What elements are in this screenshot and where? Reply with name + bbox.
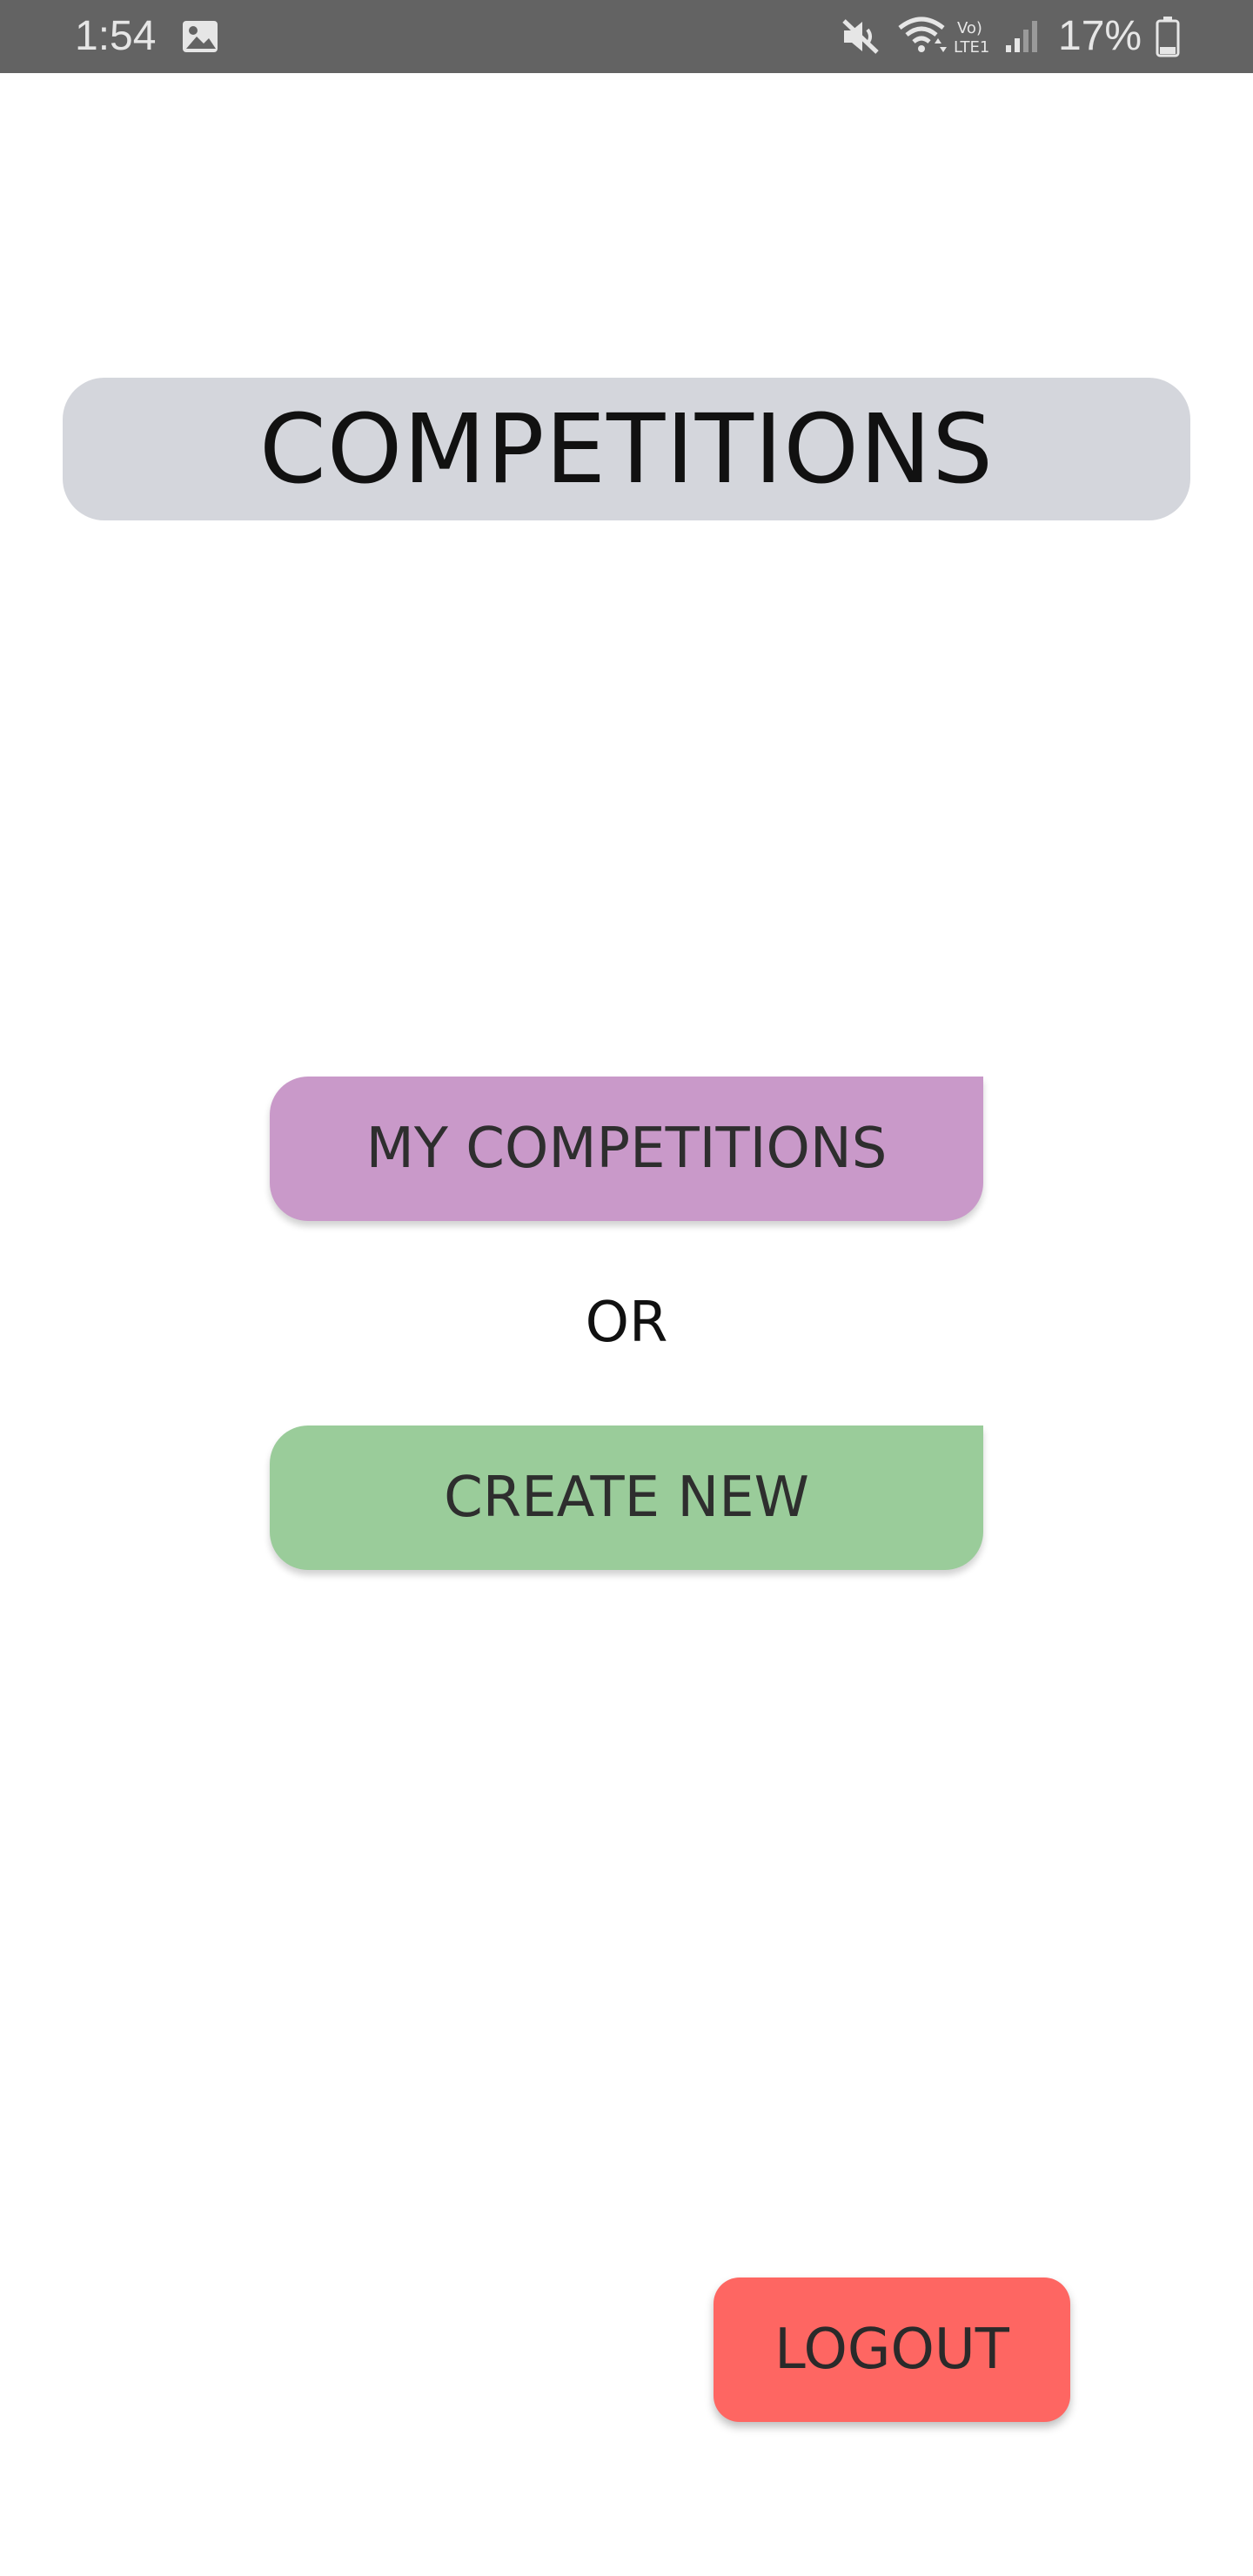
status-bar: 1:54 Vo) LTE1 17% — [0, 0, 1253, 73]
svg-text:LTE1: LTE1 — [954, 38, 989, 57]
mute-icon — [842, 19, 879, 54]
svg-text:Vo): Vo) — [957, 19, 982, 37]
battery-percentage: 17% — [1058, 13, 1142, 59]
battery-icon — [1156, 17, 1180, 57]
page-title-box: COMPETITIONS — [63, 378, 1190, 520]
gallery-icon — [183, 21, 218, 52]
or-separator: OR — [585, 1291, 668, 1355]
page-title: COMPETITIONS — [258, 393, 995, 505]
wifi-icon — [898, 17, 947, 52]
lte-icon: Vo) LTE1 — [954, 19, 989, 57]
status-time: 1:54 — [75, 13, 157, 59]
signal-icon — [1006, 21, 1037, 52]
my-competitions-button[interactable]: MY COMPETITIONS — [270, 1077, 983, 1221]
logout-button[interactable]: LOGOUT — [714, 2277, 1070, 2422]
create-new-button[interactable]: CREATE NEW — [270, 1426, 983, 1570]
